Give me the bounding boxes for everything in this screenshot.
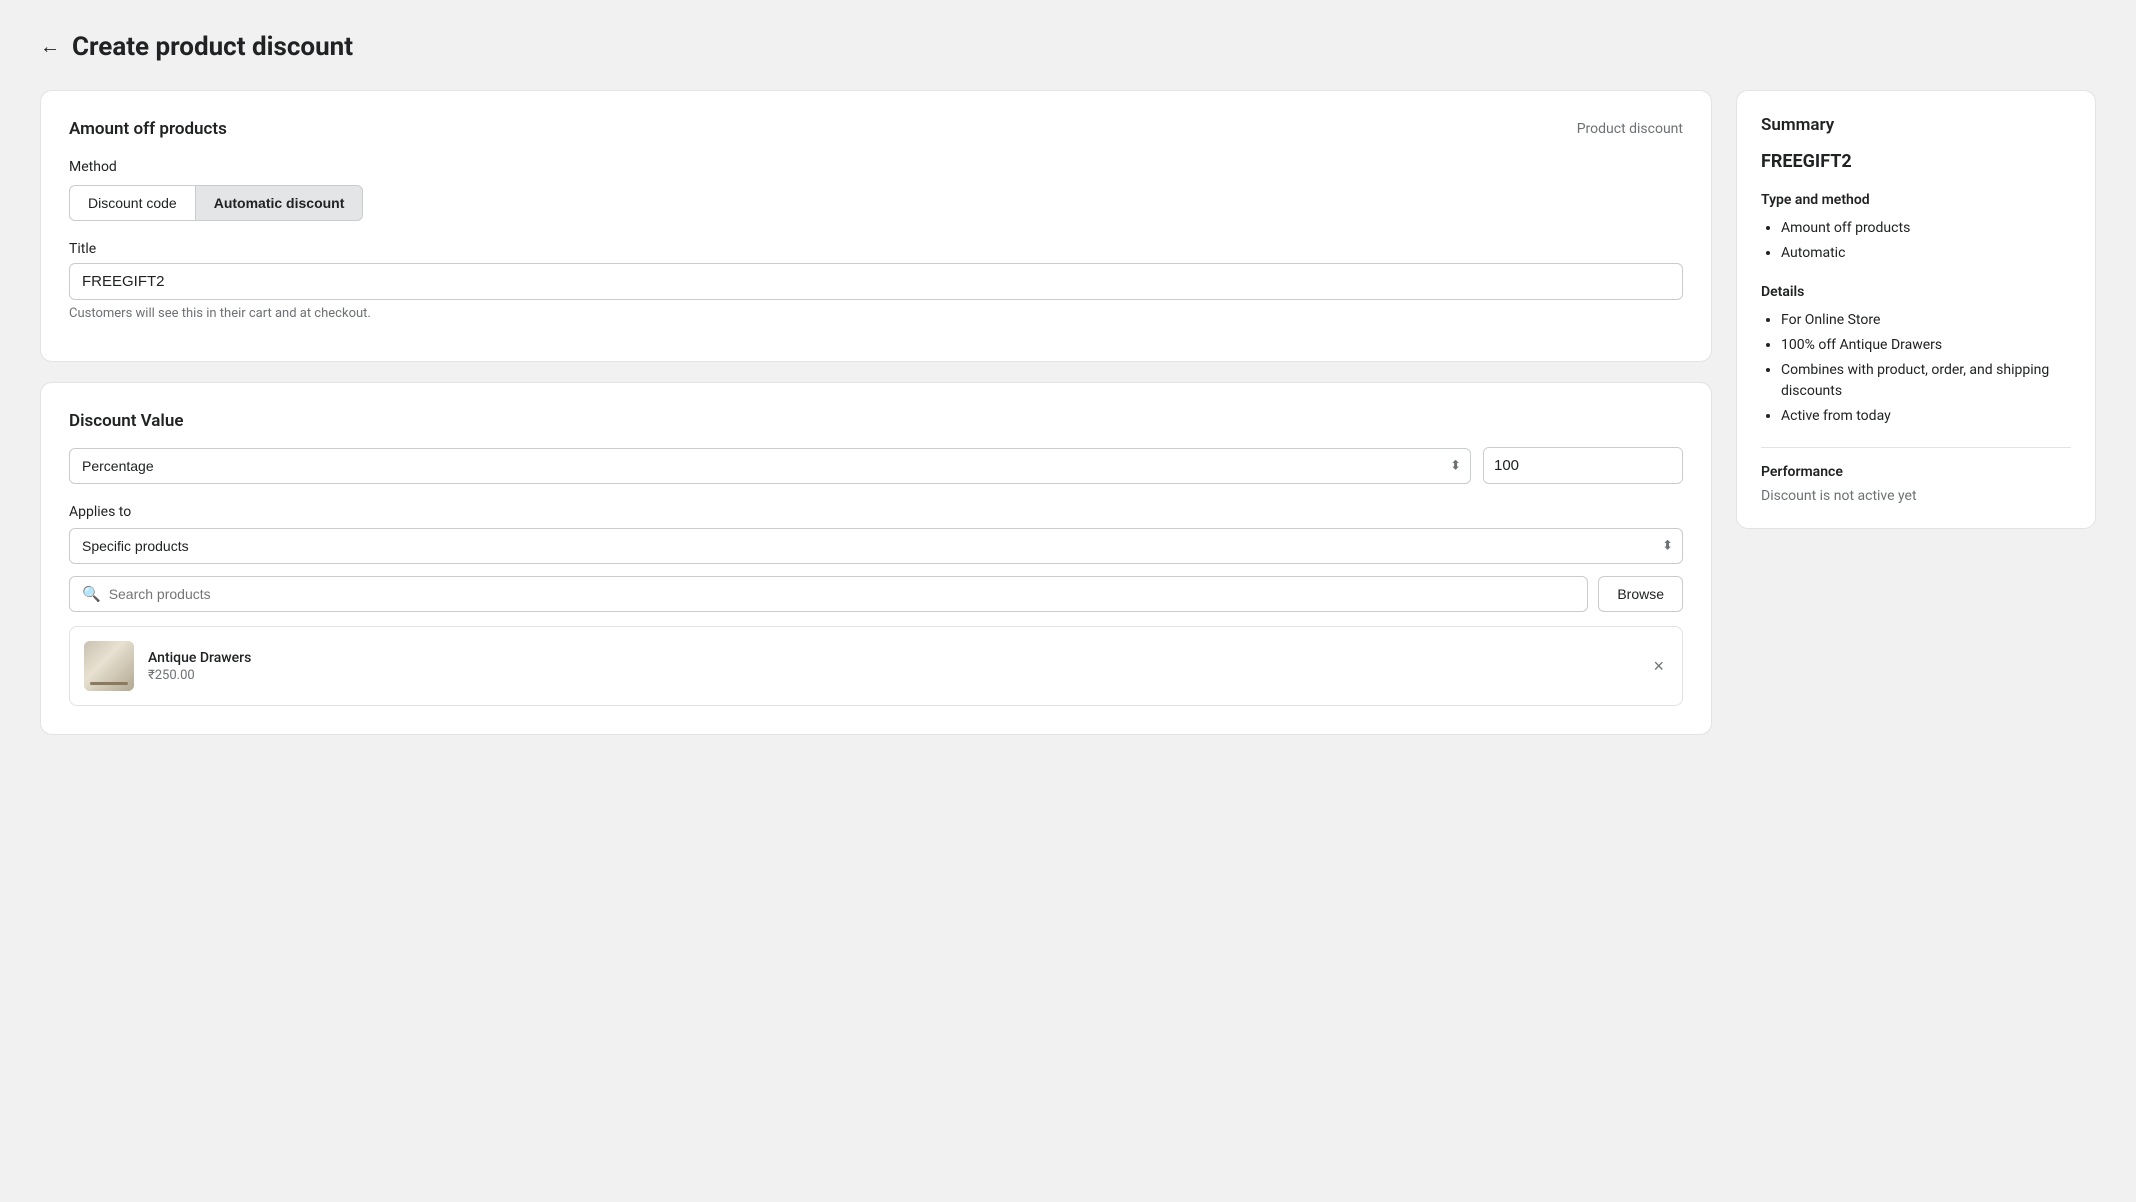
page-header: ← Create product discount <box>40 32 2096 62</box>
remove-product-button[interactable]: × <box>1649 653 1668 679</box>
detail-item-0: For Online Store <box>1781 310 2071 331</box>
product-thumb-image <box>84 641 134 691</box>
applies-to-select-wrapper: Specific products All products Specific … <box>69 528 1683 564</box>
browse-button[interactable]: Browse <box>1598 576 1683 612</box>
page-title: Create product discount <box>72 32 353 62</box>
discount-value-row: Percentage Fixed amount ⬍ % <box>69 447 1683 484</box>
summary-method-item: Automatic <box>1781 243 2071 264</box>
value-input-wrapper: % <box>1483 447 1683 484</box>
product-price: ₹250.00 <box>148 668 1635 683</box>
detail-item-2: Combines with product, order, and shippi… <box>1781 360 2071 402</box>
detail-item-3: Active from today <box>1781 406 2071 427</box>
performance-title: Performance <box>1761 464 2071 480</box>
title-input[interactable] <box>69 263 1683 300</box>
method-card: Amount off products Product discount Met… <box>40 90 1712 362</box>
type-select-wrapper: Percentage Fixed amount ⬍ <box>69 448 1471 484</box>
type-and-method-title: Type and method <box>1761 192 2071 208</box>
performance-text: Discount is not active yet <box>1761 488 2071 504</box>
method-group: Method Discount code Automatic discount <box>69 159 1683 221</box>
search-input[interactable] <box>109 577 1576 611</box>
automatic-discount-button[interactable]: Automatic discount <box>196 185 364 221</box>
method-card-header: Amount off products Product discount <box>69 119 1683 139</box>
product-info: Antique Drawers ₹250.00 <box>148 650 1635 683</box>
method-label: Method <box>69 159 1683 175</box>
product-item: Antique Drawers ₹250.00 × <box>69 626 1683 706</box>
product-name: Antique Drawers <box>148 650 1635 666</box>
value-input[interactable] <box>1484 448 1683 483</box>
summary-card: Summary FREEGIFT2 Type and method Amount… <box>1736 90 2096 529</box>
product-discount-badge: Product discount <box>1577 121 1683 137</box>
search-icon: 🔍 <box>82 585 101 603</box>
summary-type-item: Amount off products <box>1781 218 2071 239</box>
search-wrapper: 🔍 Browse <box>69 576 1683 612</box>
method-buttons: Discount code Automatic discount <box>69 185 1683 221</box>
detail-item-1: 100% off Antique Drawers <box>1781 335 2071 356</box>
left-column: Amount off products Product discount Met… <box>40 90 1712 735</box>
type-select[interactable]: Percentage Fixed amount <box>69 448 1471 484</box>
type-and-method-list: Amount off products Automatic <box>1761 218 2071 264</box>
applies-to-select[interactable]: Specific products All products Specific … <box>69 528 1683 564</box>
details-list: For Online Store 100% off Antique Drawer… <box>1761 310 2071 427</box>
applies-to-label: Applies to <box>69 504 1683 520</box>
search-input-wrapper: 🔍 <box>69 576 1588 612</box>
discount-code-button[interactable]: Discount code <box>69 185 196 221</box>
title-label: Title <box>69 241 1683 257</box>
title-group: Title Customers will see this in their c… <box>69 241 1683 321</box>
product-thumbnail <box>84 641 134 691</box>
main-layout: Amount off products Product discount Met… <box>40 90 2096 735</box>
summary-title: Summary <box>1761 115 2071 135</box>
discount-value-card: Discount Value Percentage Fixed amount ⬍… <box>40 382 1712 735</box>
summary-divider <box>1761 447 2071 448</box>
right-column: Summary FREEGIFT2 Type and method Amount… <box>1736 90 2096 529</box>
discount-value-title: Discount Value <box>69 411 1683 431</box>
summary-discount-name: FREEGIFT2 <box>1761 151 2071 172</box>
back-button[interactable]: ← <box>40 36 60 59</box>
details-title: Details <box>1761 284 2071 300</box>
method-card-title: Amount off products <box>69 119 227 139</box>
title-helper-text: Customers will see this in their cart an… <box>69 306 1683 321</box>
